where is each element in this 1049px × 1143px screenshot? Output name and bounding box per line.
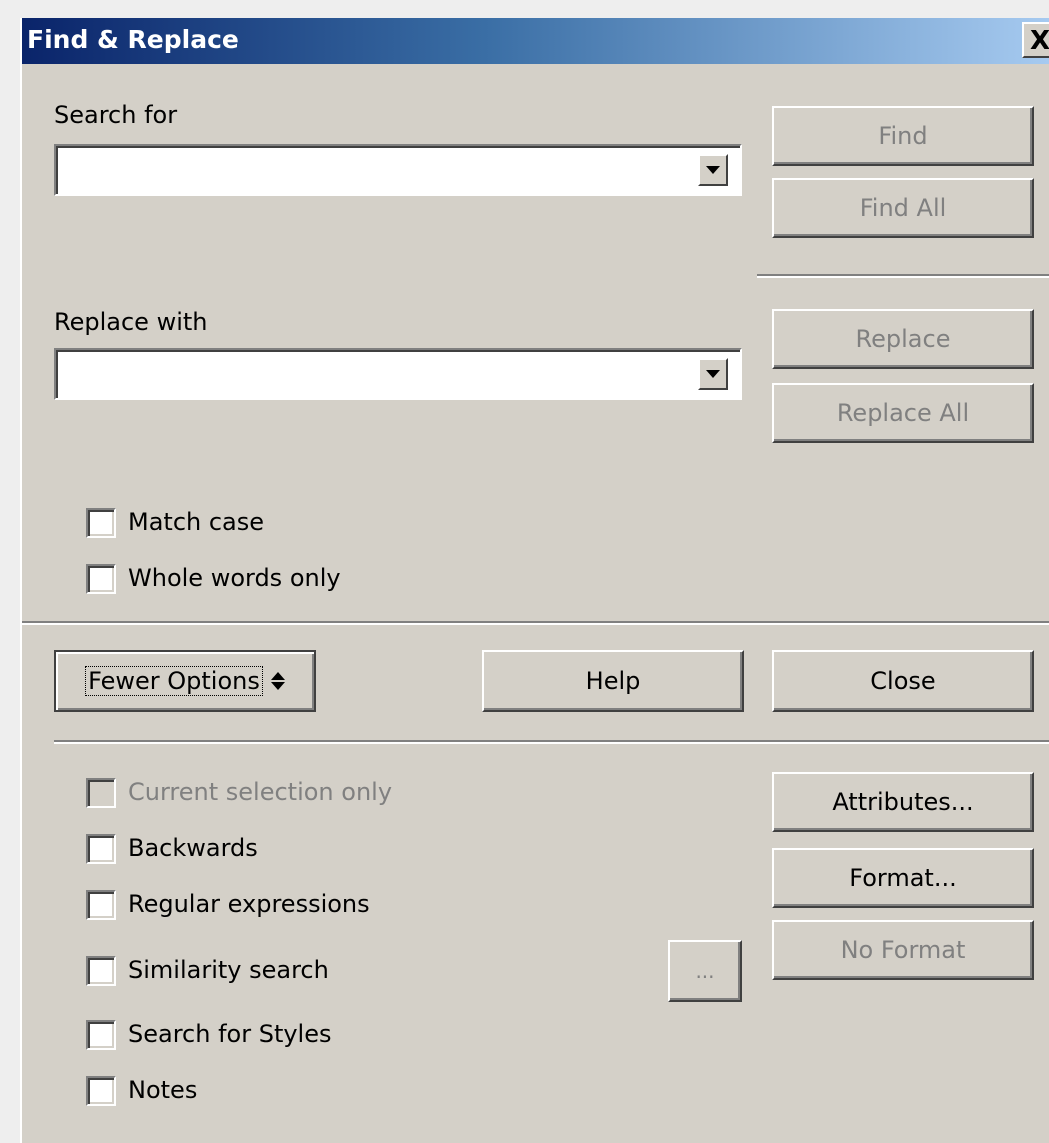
regex-checkbox[interactable] [86,890,116,920]
title-bar[interactable]: Find & Replace X [22,18,1049,64]
search-input[interactable] [54,144,742,196]
search-for-label: Search for [54,101,178,129]
backwards-label[interactable]: Backwards [128,834,258,862]
fewer-options-button[interactable]: Fewer Options [54,650,316,712]
search-styles-label[interactable]: Search for Styles [128,1020,332,1048]
fewer-options-label: Fewer Options [85,666,263,696]
match-case-label[interactable]: Match case [128,508,264,536]
no-format-button[interactable]: No Format [772,920,1034,980]
similarity-label[interactable]: Similarity search [128,956,329,984]
replace-all-button[interactable]: Replace All [772,383,1034,443]
format-button[interactable]: Format... [772,848,1034,908]
search-dropdown-button[interactable] [698,154,728,186]
match-case-checkbox[interactable] [86,508,116,538]
double-chevron-icon [270,672,285,690]
separator [22,621,1049,625]
find-button[interactable]: Find [772,106,1034,166]
separator [757,274,1049,278]
replace-input[interactable] [54,348,742,400]
find-replace-dialog: Find & Replace X Search for Find Find Al… [22,18,1049,1143]
replace-dropdown-button[interactable] [698,358,728,390]
whole-words-checkbox[interactable] [86,564,116,594]
chevron-down-icon [706,370,720,378]
notes-label[interactable]: Notes [128,1076,197,1104]
close-button[interactable]: Close [772,650,1034,712]
backwards-checkbox[interactable] [86,834,116,864]
current-selection-label: Current selection only [128,778,393,806]
window-title: Find & Replace [27,25,239,54]
replace-button[interactable]: Replace [772,309,1034,369]
close-window-button[interactable]: X [1022,22,1049,58]
help-button[interactable]: Help [482,650,744,712]
similarity-checkbox[interactable] [86,956,116,986]
find-all-button[interactable]: Find All [772,178,1034,238]
whole-words-label[interactable]: Whole words only [128,564,341,592]
current-selection-checkbox [86,778,116,808]
search-styles-checkbox[interactable] [86,1020,116,1050]
replace-with-label: Replace with [54,308,208,336]
chevron-down-icon [706,166,720,174]
notes-checkbox[interactable] [86,1076,116,1106]
separator [54,740,1049,744]
similarity-settings-button[interactable]: ... [668,940,742,1002]
attributes-button[interactable]: Attributes... [772,772,1034,832]
regex-label[interactable]: Regular expressions [128,890,370,918]
